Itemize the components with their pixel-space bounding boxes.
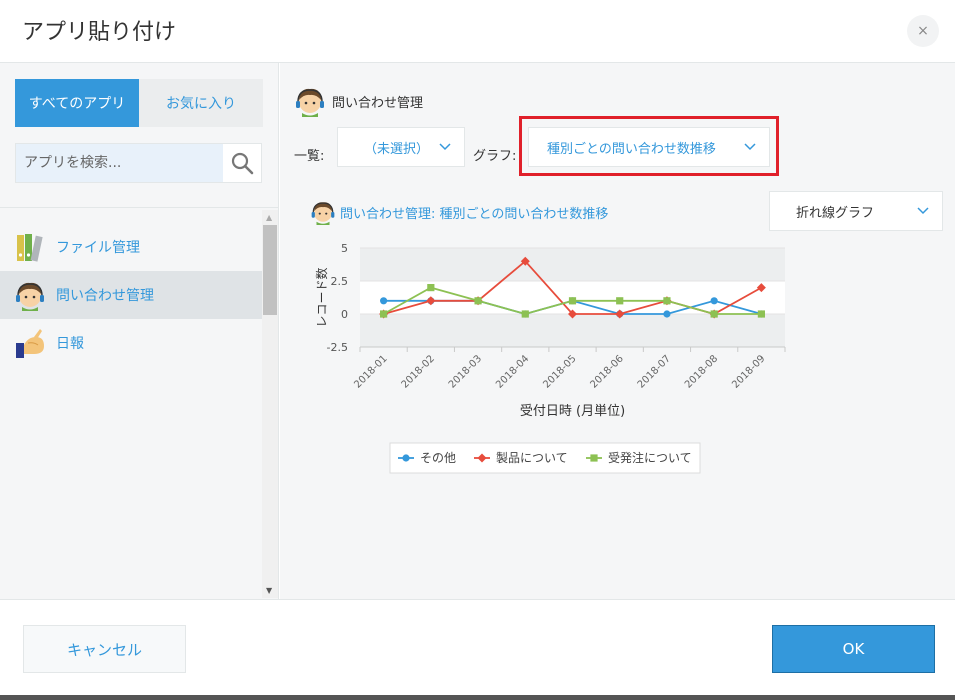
tab-all-apps[interactable]: すべてのアプリ	[15, 79, 139, 127]
hand-book-icon	[16, 329, 44, 358]
data-point	[710, 297, 718, 305]
view-select[interactable]: （未選択）	[337, 127, 465, 167]
chart-title: 問い合わせ管理: 種別ごとの問い合わせ数推移	[310, 199, 608, 225]
chart-area: 5 2.5 0 -2.5 2018-01 2018-02 2018-03 2018-04 201…	[296, 231, 796, 489]
headset-person-icon	[16, 282, 44, 311]
x-tick-label: 2018-03	[447, 353, 484, 390]
selected-app-name: 問い合わせ管理	[332, 95, 424, 111]
taskbar-edge	[0, 695, 955, 700]
data-point	[757, 310, 765, 318]
dialog-title: アプリ貼り付け	[22, 20, 177, 45]
close-icon: ×	[917, 23, 929, 39]
x-tick-label: 2018-06	[589, 353, 626, 390]
x-axis-label: 受付日時 (月単位)	[520, 403, 625, 419]
data-point	[380, 310, 388, 318]
chevron-down-icon	[439, 143, 451, 151]
tab-favorites[interactable]: お気に入り	[139, 79, 263, 127]
y-tick-label: -2.5	[327, 341, 348, 354]
chart-type-value: 折れ線グラフ	[796, 205, 875, 221]
list-divider	[0, 207, 278, 208]
app-item-label: 問い合わせ管理	[56, 288, 154, 304]
app-item-daily-report[interactable]: 日報	[0, 319, 262, 367]
headset-person-icon	[311, 202, 335, 225]
x-tick-label: 2018-02	[400, 353, 437, 390]
plot-band	[360, 248, 785, 281]
ok-button[interactable]: OK	[772, 625, 935, 673]
search-input[interactable]	[16, 144, 223, 182]
line-chart: 5 2.5 0 -2.5 2018-01 2018-02 2018-03 2018-04 201…	[314, 242, 786, 474]
data-point	[380, 297, 388, 305]
graph-label: グラフ:	[473, 149, 517, 164]
data-point	[474, 297, 482, 305]
x-tick-label: 2018-05	[541, 353, 578, 390]
plot-band	[360, 314, 785, 347]
app-item-label: ファイル管理	[56, 240, 140, 256]
legend-label: その他	[420, 451, 456, 465]
close-button[interactable]: ×	[907, 15, 939, 47]
headset-person-icon	[296, 88, 324, 117]
x-tick-label: 2018-01	[352, 353, 389, 390]
cancel-button[interactable]: キャンセル	[23, 625, 186, 673]
app-search	[15, 143, 262, 183]
x-tick-label: 2018-07	[636, 353, 673, 390]
scroll-thumb[interactable]	[263, 225, 277, 315]
app-item-inquiry-management[interactable]: 問い合わせ管理	[0, 271, 262, 319]
x-tick-label: 2018-09	[730, 353, 767, 390]
scroll-up-icon[interactable]: ▲	[266, 213, 272, 222]
highlight-box	[519, 116, 779, 176]
scroll-down-icon[interactable]: ▼	[266, 586, 272, 595]
selected-app-header: 問い合わせ管理	[294, 85, 423, 117]
legend-label: 製品について	[496, 451, 568, 465]
x-tick-label: 2018-04	[494, 353, 531, 390]
data-point	[427, 284, 435, 292]
data-point	[663, 310, 671, 318]
search-button[interactable]	[223, 144, 261, 182]
chart-type-select[interactable]: 折れ線グラフ	[769, 191, 943, 231]
data-point	[521, 310, 529, 318]
binders-icon	[17, 234, 43, 262]
data-point	[710, 310, 718, 318]
y-axis-label: レコード数	[314, 267, 329, 327]
data-point	[568, 297, 577, 305]
search-icon	[231, 152, 254, 175]
view-select-value: （未選択）	[364, 141, 430, 157]
chart-title-text: 問い合わせ管理: 種別ごとの問い合わせ数推移	[340, 206, 609, 222]
app-list-scrollbar[interactable]: ▲ ▼	[262, 210, 278, 598]
legend-label: 受発注について	[608, 450, 692, 465]
app-item-file-management[interactable]: ファイル管理	[0, 223, 262, 271]
graph-settings-pane: 問い合わせ管理 一覧: （未選択） グラフ: 種別ごとの問い合わせ数推移 問い合…	[280, 63, 955, 599]
app-picker-pane: すべてのアプリ お気に入り ファイル管理	[0, 63, 279, 599]
x-tick-label: 2018-08	[683, 353, 720, 390]
y-tick-label: 0	[341, 308, 348, 321]
app-paste-dialog: アプリ貼り付け × すべてのアプリ お気に入り アプリを検索... ファイル管理…	[0, 0, 955, 700]
view-label: 一覧:	[294, 149, 325, 164]
footer-divider	[0, 599, 955, 600]
app-item-label: 日報	[56, 336, 84, 352]
y-tick-label: 5	[341, 242, 348, 255]
legend-marker	[402, 454, 410, 462]
y-tick-label: 2.5	[331, 275, 349, 288]
legend-marker	[590, 454, 598, 462]
data-point	[663, 297, 671, 305]
data-point	[616, 297, 624, 305]
app-list: ファイル管理 問い合わせ管理 日報	[0, 223, 262, 367]
chevron-down-icon	[917, 207, 929, 215]
